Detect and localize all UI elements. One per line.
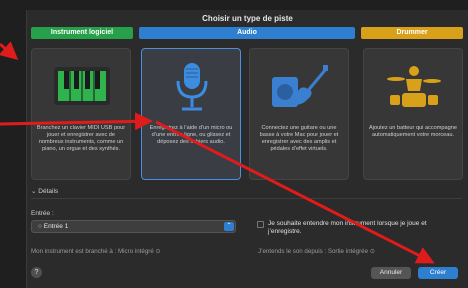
input-select[interactable]: ○ Entrée 1 ⌃: [31, 220, 236, 233]
track-type-dialog: Choisir un type de piste Instrument logi…: [26, 10, 468, 288]
tile-audio-guitar[interactable]: Connectez une guitare ou une basse à vot…: [249, 48, 349, 180]
output-info: J’entends le son depuis : Sortie intégré…: [258, 248, 375, 255]
annotation-arrow-left: [0, 41, 19, 60]
create-button[interactable]: Créer: [418, 267, 458, 279]
details-disclosure[interactable]: ⌄ Détails: [31, 187, 58, 195]
category-drummer[interactable]: Drummer: [361, 27, 463, 39]
help-button[interactable]: ?: [31, 267, 42, 278]
cancel-button[interactable]: Annuler: [371, 267, 411, 279]
chevron-down-icon: ⌄: [31, 188, 37, 195]
monitor-checkbox[interactable]: [257, 221, 264, 228]
chevron-updown-icon: ⌃: [224, 222, 234, 231]
tile-description: Ajoutez un batteur qui accompagne automa…: [368, 125, 457, 138]
arrow-circle-icon[interactable]: ⊙: [156, 248, 161, 255]
dialog-title: Choisir un type de piste: [202, 14, 293, 23]
input-label: Entrée :: [31, 210, 54, 217]
tile-software-instrument[interactable]: Branchez un clavier MIDI USB pour jouer …: [31, 48, 131, 180]
arrow-circle-icon[interactable]: ⊙: [370, 248, 375, 255]
radio-icon: ○: [38, 223, 42, 230]
tile-description: Branchez un clavier MIDI USB pour jouer …: [36, 125, 126, 152]
drummer-icon: [387, 66, 441, 107]
instrument-connection-info: Mon instrument est branché à : Micro int…: [31, 248, 161, 255]
monitor-checkbox-label: Je souhaite entendre mon instrument lors…: [268, 220, 427, 235]
tile-audio-microphone[interactable]: Enregistrez à l’aide d’un micro ou d’une…: [141, 48, 241, 180]
category-software-instrument[interactable]: Instrument logiciel: [31, 27, 133, 39]
guitar-icon: [272, 65, 328, 107]
tile-drummer[interactable]: Ajoutez un batteur qui accompagne automa…: [363, 48, 463, 180]
microphone-icon: [176, 63, 208, 111]
category-audio[interactable]: Audio: [139, 27, 355, 39]
details-label: Détails: [38, 188, 59, 195]
tile-description: Enregistrez à l’aide d’un micro ou d’une…: [149, 125, 233, 145]
tile-description: Connectez une guitare ou une basse à vot…: [259, 125, 339, 152]
divider: [31, 198, 462, 199]
input-value: Entrée 1: [43, 223, 69, 230]
piano-keyboard-icon: [54, 67, 110, 105]
